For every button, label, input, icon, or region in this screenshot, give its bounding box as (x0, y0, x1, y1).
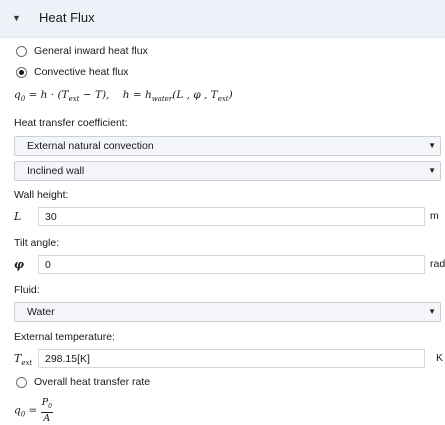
tilt-angle-unit: rad (430, 258, 445, 270)
select-value: External natural convection (27, 140, 154, 152)
input-value: 0 (45, 259, 51, 271)
select-value: Water (27, 306, 55, 318)
ext-temp-symbol: Text (14, 352, 33, 368)
radio-label: General inward heat flux (34, 45, 148, 57)
wall-height-symbol: L (14, 210, 22, 223)
fluid-select[interactable]: Water ▼ (14, 302, 441, 322)
tilt-angle-label: Tilt angle: (14, 237, 60, 249)
ext-temp-label: External temperature: (14, 331, 115, 343)
ext-temp-unit: K (436, 352, 444, 364)
section-title: Heat Flux (39, 10, 95, 25)
tilt-angle-input[interactable]: 0 (38, 255, 425, 274)
radio-button-selected[interactable] (16, 66, 27, 78)
fraction: P0 A (40, 397, 53, 424)
radio-general-inward-heat-flux[interactable]: General inward heat flux (16, 42, 148, 60)
convective-equation: q0 = h · (Text − T), h = hwater(L , φ , … (14, 89, 233, 104)
overall-equation: q0 = P0 A (14, 397, 53, 424)
chevron-down-icon: ▼ (428, 141, 436, 150)
wall-height-unit: m (430, 210, 439, 222)
radio-overall-heat-transfer-rate[interactable]: Overall heat transfer rate (16, 373, 150, 391)
input-value: 298.15[K] (45, 353, 90, 365)
radio-label: Convective heat flux (34, 66, 129, 78)
fluid-label: Fluid: (14, 284, 40, 296)
tilt-angle-symbol: φ (14, 258, 24, 271)
input-value: 30 (45, 211, 57, 223)
wall-height-label: Wall height: (14, 189, 69, 201)
radio-button[interactable] (16, 376, 27, 388)
section-header-heat-flux[interactable]: ▼ Heat Flux (0, 0, 445, 38)
chevron-down-icon: ▼ (428, 307, 436, 316)
ext-temp-input[interactable]: 298.15[K] (38, 349, 425, 368)
radio-convective-heat-flux[interactable]: Convective heat flux (16, 63, 129, 81)
select-value: Inclined wall (27, 165, 85, 177)
htc-type-select[interactable]: External natural convection ▼ (14, 136, 441, 156)
collapse-triangle-icon[interactable]: ▼ (12, 13, 21, 23)
radio-label: Overall heat transfer rate (34, 376, 151, 388)
htc-geometry-select[interactable]: Inclined wall ▼ (14, 161, 441, 181)
radio-button[interactable] (16, 45, 27, 57)
htc-label: Heat transfer coefficient: (14, 117, 128, 129)
chevron-down-icon: ▼ (428, 166, 436, 175)
wall-height-input[interactable]: 30 (38, 207, 425, 226)
